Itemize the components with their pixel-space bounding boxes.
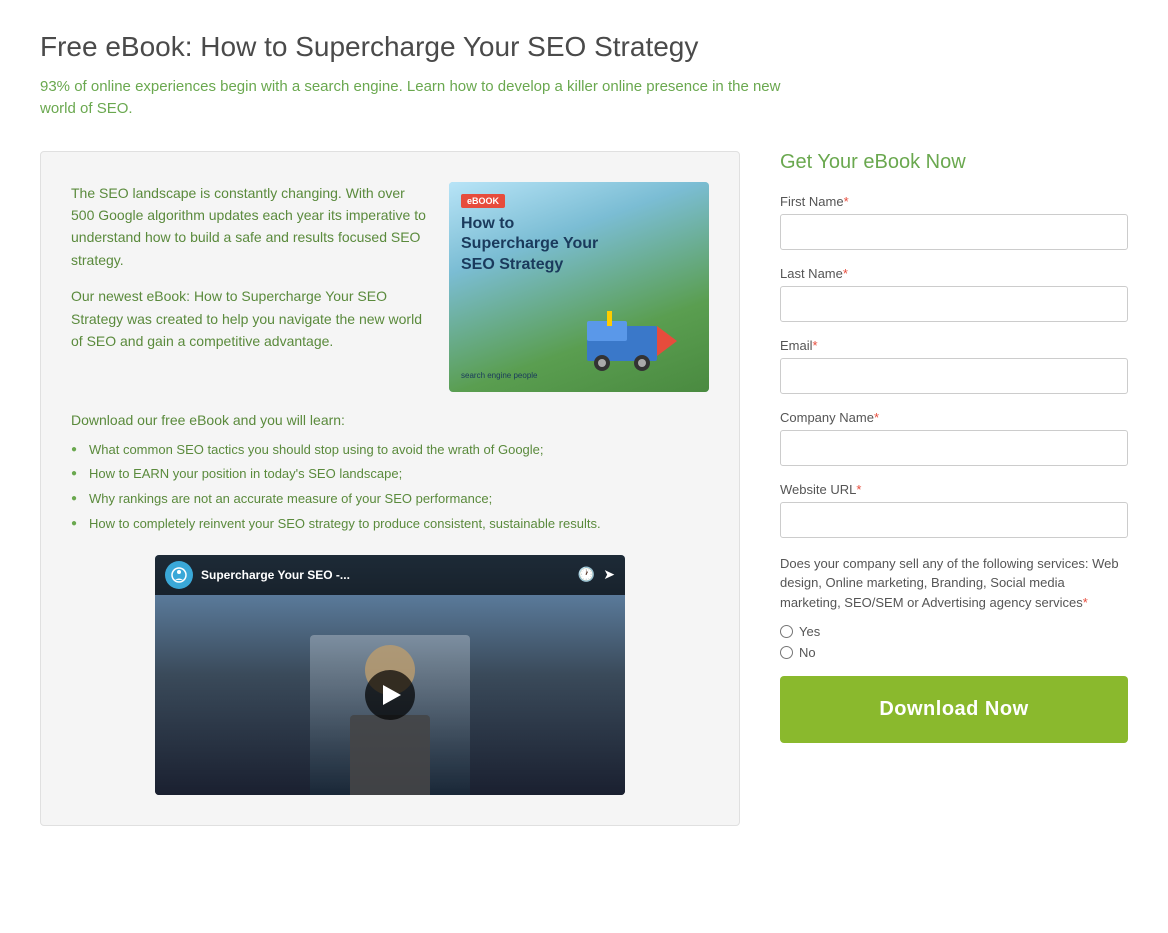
radio-yes-option[interactable]: Yes	[780, 624, 1128, 639]
video-person-area	[155, 595, 625, 795]
first-name-group: First Name*	[780, 194, 1128, 250]
ebook-logo: search engine people	[461, 371, 697, 380]
company-name-group: Company Name*	[780, 410, 1128, 466]
page-subtitle: 93% of online experiences begin with a s…	[40, 76, 820, 121]
company-name-label: Company Name*	[780, 410, 1128, 425]
bullet-list: What common SEO tactics you should stop …	[71, 440, 709, 535]
download-intro: Download our free eBook and you will lea…	[71, 412, 709, 428]
radio-no-option[interactable]: No	[780, 645, 1128, 660]
first-name-input[interactable]	[780, 214, 1128, 250]
last-name-label: Last Name*	[780, 266, 1128, 281]
play-button[interactable]	[365, 670, 415, 720]
ebook-cover-inner: eBOOK How toSupercharge YourSEO Strategy	[449, 182, 709, 392]
video-top-bar: Supercharge Your SEO -... 🕐 ➤	[155, 555, 625, 595]
video-title-bar: Supercharge Your SEO -...	[201, 568, 570, 582]
video-container: Supercharge Your SEO -... 🕐 ➤	[155, 555, 625, 795]
video-icons: 🕐 ➤	[578, 566, 615, 583]
play-triangle-icon	[383, 685, 401, 705]
last-name-group: Last Name*	[780, 266, 1128, 322]
channel-icon	[165, 561, 193, 589]
first-name-label: First Name*	[780, 194, 1128, 209]
required-star: *	[844, 194, 849, 209]
content-para1: The SEO landscape is constantly changing…	[71, 182, 429, 272]
radio-yes-label: Yes	[799, 624, 820, 639]
content-para2: Our newest eBook: How to Supercharge You…	[71, 285, 429, 352]
website-url-input[interactable]	[780, 502, 1128, 538]
share-icon: ➤	[603, 566, 615, 583]
form-title: Get Your eBook Now	[780, 151, 1128, 174]
radio-group: Yes No	[780, 624, 1128, 660]
main-layout: The SEO landscape is constantly changing…	[40, 151, 1128, 826]
ebook-cover: eBOOK How toSupercharge YourSEO Strategy	[449, 182, 709, 392]
ebook-title: How toSupercharge YourSEO Strategy	[461, 214, 697, 276]
video-background: Supercharge Your SEO -... 🕐 ➤	[155, 555, 625, 795]
content-top: The SEO landscape is constantly changing…	[71, 182, 709, 392]
list-item: What common SEO tactics you should stop …	[71, 440, 709, 461]
required-star: *	[1083, 595, 1088, 610]
list-item: Why rankings are not an accurate measure…	[71, 489, 709, 510]
content-text: The SEO landscape is constantly changing…	[71, 182, 429, 392]
required-star: *	[813, 338, 818, 353]
page-title: Free eBook: How to Supercharge Your SEO …	[40, 30, 1128, 64]
required-star: *	[856, 482, 861, 497]
radio-yes[interactable]	[780, 625, 793, 638]
form-panel: Get Your eBook Now First Name* Last Name…	[780, 151, 1128, 744]
content-panel: The SEO landscape is constantly changing…	[40, 151, 740, 826]
last-name-input[interactable]	[780, 286, 1128, 322]
required-star: *	[843, 266, 848, 281]
services-group: Does your company sell any of the follow…	[780, 554, 1128, 661]
company-name-input[interactable]	[780, 430, 1128, 466]
truck-illustration	[577, 291, 697, 371]
video-title: Supercharge Your SEO -...	[201, 568, 570, 582]
email-input[interactable]	[780, 358, 1128, 394]
ebook-badge: eBOOK	[461, 194, 505, 208]
clock-icon: 🕐	[578, 566, 595, 583]
required-star: *	[874, 410, 879, 425]
email-group: Email*	[780, 338, 1128, 394]
website-url-label: Website URL*	[780, 482, 1128, 497]
radio-no-label: No	[799, 645, 816, 660]
list-item: How to completely reinvent your SEO stra…	[71, 514, 709, 535]
services-question: Does your company sell any of the follow…	[780, 554, 1128, 613]
website-url-group: Website URL*	[780, 482, 1128, 538]
email-label: Email*	[780, 338, 1128, 353]
radio-no[interactable]	[780, 646, 793, 659]
list-item: How to EARN your position in today's SEO…	[71, 464, 709, 485]
download-now-button[interactable]: Download Now	[780, 676, 1128, 743]
